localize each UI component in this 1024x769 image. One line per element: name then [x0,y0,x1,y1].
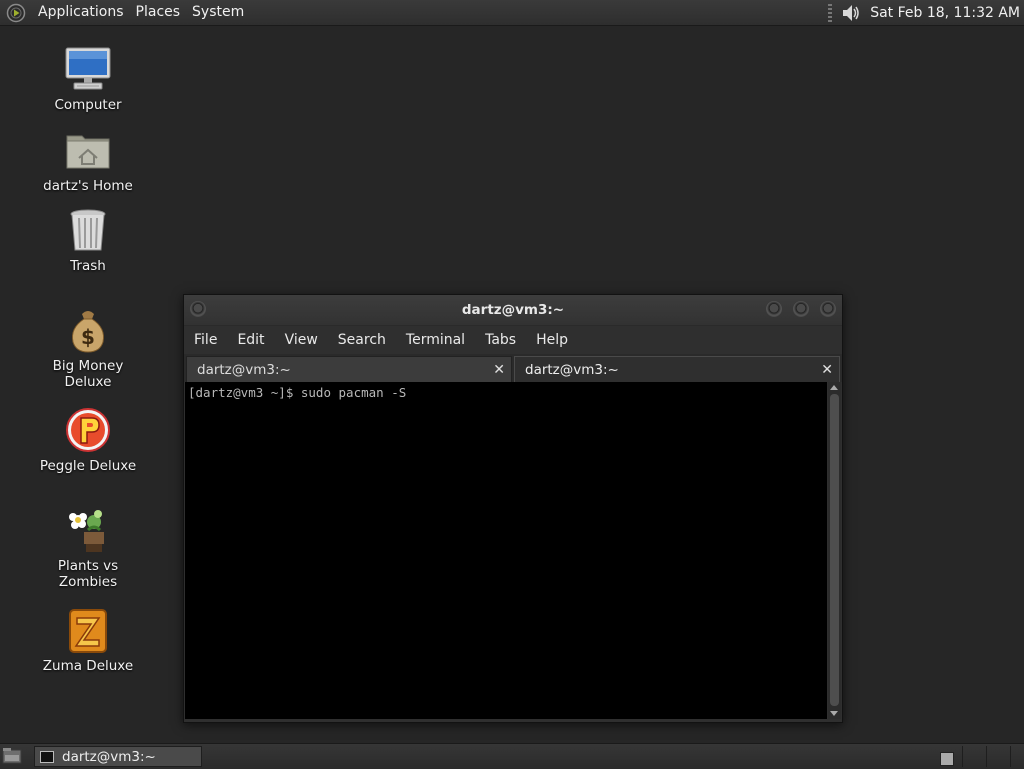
menu-help[interactable]: Help [526,332,578,348]
plants-vs-zombies-icon [69,510,104,552]
show-desktop-icon[interactable] [2,747,22,765]
peggle-icon [66,408,110,452]
terminal-line: [dartz@vm3 ~]$ sudo pacman -S [188,385,407,400]
desktop-icon-peggle[interactable]: Peggle Deluxe [28,406,148,474]
desktop-icon-label: Zuma Deluxe [42,658,134,674]
terminal-window[interactable]: dartz@vm3:~ File Edit View Search Termin… [183,294,843,723]
desktop-icon-label: Big Money Deluxe [52,358,124,390]
terminal-icon [40,750,54,763]
terminal-scrollbar[interactable] [828,382,841,719]
menu-file[interactable]: File [184,332,227,348]
svg-text:$: $ [81,325,95,349]
workspace-switcher-1[interactable] [940,752,954,766]
desktop-icon-home[interactable]: dartz's Home [28,126,148,194]
desktop-icon-computer[interactable]: Computer [28,45,148,113]
desktop-icon-big-money[interactable]: $ Big Money Deluxe [28,306,148,390]
desktop-icon-trash[interactable]: Trash [28,206,148,274]
maximize-button[interactable] [793,301,809,317]
menu-terminal[interactable]: Terminal [396,332,475,348]
desktop-icon-label: Peggle Deluxe [39,458,137,474]
terminal-tab-2[interactable]: dartz@vm3:~ ✕ [514,356,840,382]
top-panel: Applications Places System Sat Feb 18, 1… [0,0,1024,26]
terminal-menubar: File Edit View Search Terminal Tabs Help [184,326,842,354]
panel-grip[interactable] [828,3,833,22]
desktop-icon-pvz[interactable]: Plants vs Zombies [28,506,148,590]
terminal-titlebar[interactable]: dartz@vm3:~ [184,295,842,326]
system-menu[interactable]: System [186,0,250,25]
bottom-panel: dartz@vm3:~ [0,743,1024,769]
workspace-switcher-4[interactable] [1010,746,1024,767]
menu-view[interactable]: View [275,332,328,348]
volume-icon[interactable] [840,2,862,24]
tab-close-icon[interactable]: ✕ [493,357,505,383]
workspace-switcher-2[interactable] [962,746,987,767]
taskbar-item-label: dartz@vm3:~ [62,748,156,765]
clock[interactable]: Sat Feb 18, 11:32 AM [862,5,1024,21]
tab-label: dartz@vm3:~ [525,362,619,378]
applications-menu[interactable]: Applications [32,0,130,25]
zuma-icon [69,609,107,653]
desktop-icon-label: Plants vs Zombies [57,558,119,590]
minimize-button[interactable] [766,301,782,317]
computer-icon [65,47,111,90]
desktop-icon-zuma[interactable]: Zuma Deluxe [28,606,148,674]
money-bag-icon: $ [72,311,104,353]
terminal-tabbar: dartz@vm3:~ ✕ dartz@vm3:~ ✕ [184,354,842,382]
window-title: dartz@vm3:~ [461,302,565,318]
taskbar-item-terminal[interactable]: dartz@vm3:~ [34,746,202,767]
menu-edit[interactable]: Edit [227,332,274,348]
trash-icon [70,209,106,251]
desktop-icon-label: Trash [70,258,106,274]
menu-tabs[interactable]: Tabs [475,332,526,348]
home-folder-icon [66,135,110,169]
scrollbar-thumb[interactable] [830,394,839,706]
menu-search[interactable]: Search [328,332,396,348]
places-menu[interactable]: Places [130,0,187,25]
tab-label: dartz@vm3:~ [197,362,291,378]
terminal-output[interactable]: [dartz@vm3 ~]$ sudo pacman -S [185,382,827,719]
terminal-tab-1[interactable]: dartz@vm3:~ ✕ [186,356,512,382]
scroll-down-icon[interactable] [830,711,838,716]
desktop-icon-label: Computer [54,97,122,113]
desktop-icon-label: dartz's Home [43,178,133,194]
tab-close-icon[interactable]: ✕ [821,357,833,383]
scroll-up-icon[interactable] [830,385,838,390]
workspace-switcher-3[interactable] [986,746,1011,767]
applications-logo-icon[interactable] [6,3,26,23]
close-button[interactable] [820,301,836,317]
